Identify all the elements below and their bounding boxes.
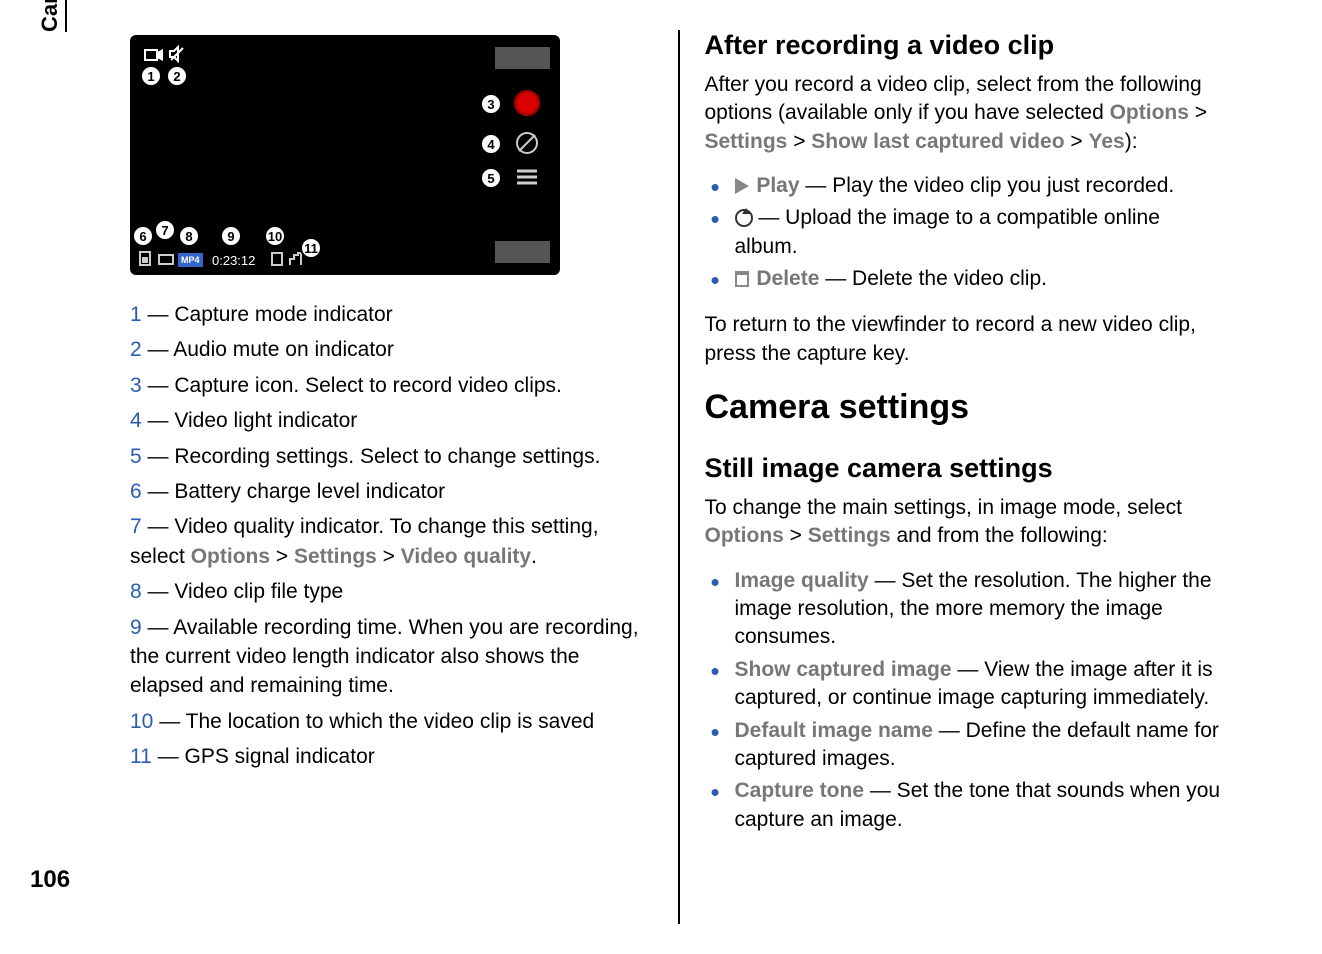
option-show-captured: Show captured image — View the image aft…: [705, 656, 1228, 713]
menu-icon: [514, 167, 540, 187]
option-upload: — Upload the image to a compatible onlin…: [705, 204, 1228, 261]
para-return: To return to the viewfinder to record a …: [705, 311, 1228, 368]
para-after-recording: After you record a video clip, select fr…: [705, 71, 1228, 156]
columns: 1 2 3 4 5 6 7 MP4 8 0:23:12 9: [105, 30, 1252, 924]
file-type-badge: MP4: [178, 253, 203, 267]
page-number: 106: [30, 866, 70, 894]
option-capture-tone: Capture tone — Set the tone that sounds …: [705, 777, 1228, 834]
gps-icon: [288, 251, 302, 267]
rec-time: 0:23:12: [212, 253, 255, 268]
option-default-name: Default image name — Define the default …: [705, 717, 1228, 774]
options-after-recording: Play — Play the video clip you just reco…: [705, 172, 1228, 297]
legend-item: 9 — Available recording time. When you a…: [130, 613, 653, 701]
ui-block: [495, 241, 550, 263]
legend-item: 4 — Video light indicator: [130, 406, 653, 435]
legend-item: 6 — Battery charge level indicator: [130, 477, 653, 506]
heading-still-image: Still image camera settings: [705, 453, 1228, 484]
callout-2: 2: [166, 65, 188, 87]
video-camera-icon: [144, 47, 164, 63]
viewfinder-screenshot: 1 2 3 4 5 6 7 MP4 8 0:23:12 9: [130, 35, 560, 275]
para-still: To change the main settings, in image mo…: [705, 494, 1228, 551]
legend-item: 7 — Video quality indicator. To change t…: [130, 512, 653, 571]
legend-item: 5 — Recording settings. Select to change…: [130, 442, 653, 471]
callout-5: 5: [480, 167, 502, 189]
record-icon: [514, 90, 540, 116]
callout-7: 7: [154, 219, 176, 241]
legend-list: 1 — Capture mode indicator 2 — Audio mut…: [130, 300, 653, 777]
callout-11: 11: [300, 237, 322, 259]
legend-item: 3 — Capture icon. Select to record video…: [130, 371, 653, 400]
video-light-icon: [514, 130, 540, 156]
option-image-quality: Image quality — Set the resolution. The …: [705, 567, 1228, 652]
heading-after-recording: After recording a video clip: [705, 30, 1228, 61]
legend-item: 11 — GPS signal indicator: [130, 742, 653, 771]
section-tab: Camera: [37, 0, 67, 32]
right-column: After recording a video clip After you r…: [680, 30, 1253, 924]
callout-3: 3: [480, 93, 502, 115]
trash-icon: [735, 271, 749, 287]
callout-6: 6: [132, 225, 154, 247]
upload-icon: [735, 209, 753, 227]
mute-icon: [168, 45, 186, 63]
legend-item: 1 — Capture mode indicator: [130, 300, 653, 329]
legend-item: 2 — Audio mute on indicator: [130, 335, 653, 364]
play-icon: [735, 178, 749, 194]
callout-8: 8: [178, 225, 200, 247]
option-delete: Delete — Delete the video clip.: [705, 265, 1228, 293]
legend-item: 10 — The location to which the video cli…: [130, 707, 653, 736]
legend-item: 8 — Video clip file type: [130, 577, 653, 606]
callout-10: 10: [264, 225, 286, 247]
option-play: Play — Play the video clip you just reco…: [705, 172, 1228, 200]
video-quality-icon: [158, 251, 174, 267]
callout-9: 9: [220, 225, 242, 247]
battery-icon: [138, 249, 154, 267]
ui-block: [495, 47, 550, 69]
page: Camera 106 1 2 3 4 5 6: [0, 0, 1322, 954]
callout-1: 1: [140, 65, 162, 87]
options-still-image: Image quality — Set the resolution. The …: [705, 567, 1228, 838]
storage-icon: [270, 251, 284, 267]
heading-camera-settings: Camera settings: [705, 388, 1228, 427]
callout-4: 4: [480, 133, 502, 155]
left-column: 1 2 3 4 5 6 7 MP4 8 0:23:12 9: [105, 30, 678, 924]
